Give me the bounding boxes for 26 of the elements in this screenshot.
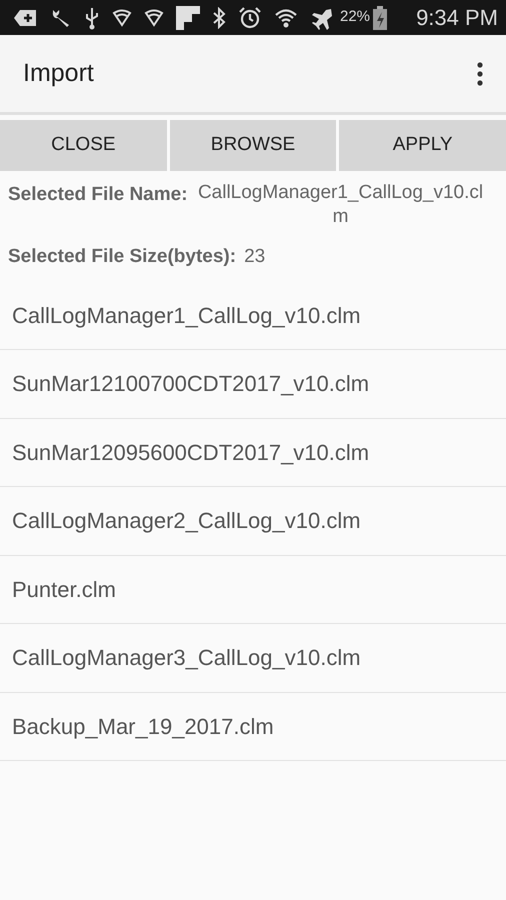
bluetooth-icon (212, 6, 226, 28)
screen-title: Import (23, 58, 94, 89)
file-list-item[interactable]: Punter.clm (12, 572, 116, 606)
battery-charging-icon (373, 6, 388, 30)
file-list-item[interactable]: CallLogManager3_CallLog_v10.clm (12, 641, 361, 674)
file-list-item[interactable]: CallLogManager1_CallLog_v10.clm (12, 298, 361, 332)
action-button[interactable]: APPLY (339, 120, 506, 171)
file-list-item[interactable]: SunMar12095600CDT2017_v10.clm (12, 436, 370, 469)
overflow-menu-button[interactable] (476, 62, 484, 86)
badge-plus-icon (14, 8, 38, 28)
alarm-icon (238, 6, 262, 30)
file-name-value: CallLogManager1_CallLog_v10.clm (196, 181, 484, 229)
battery-percent: 22% (340, 7, 370, 28)
wifi-icon (274, 6, 298, 28)
more-vertical-icon (477, 62, 483, 86)
usb-icon (84, 6, 100, 30)
file-size-value: 23 (244, 245, 266, 269)
action-button[interactable]: CLOSE (0, 120, 167, 171)
status-time: 9:34 PM (416, 4, 498, 32)
file-list-item[interactable]: SunMar12100700CDT2017_v10.clm (12, 367, 370, 400)
field-label: Selected File Size(bytes): (8, 245, 236, 269)
file-list-item[interactable]: CallLogManager2_CallLog_v10.clm (12, 504, 361, 538)
app-logo-icon (176, 6, 200, 30)
action-button[interactable]: BROWSE (170, 120, 336, 171)
file-list-item[interactable]: Backup_Mar_19_2017.clm (12, 710, 274, 743)
field-label: Selected File Name: (8, 183, 188, 207)
